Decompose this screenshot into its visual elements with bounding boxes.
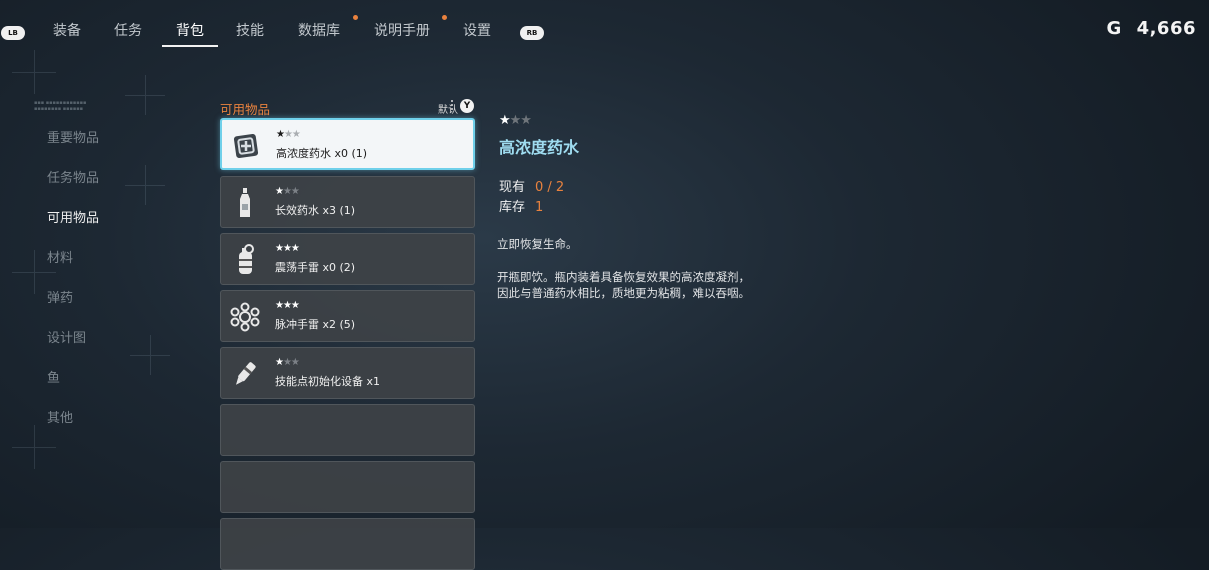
item-slot[interactable]: ★★★ 技能点初始化设备 x1	[220, 347, 475, 399]
currency-icon: G	[1106, 18, 1122, 39]
item-list-header: 可用物品 默认 Y	[220, 98, 476, 117]
background-marker	[12, 425, 56, 469]
item-effect: 立即恢复生命。	[497, 237, 578, 251]
item-rarity-stars: ★★★	[275, 243, 300, 254]
item-rarity-stars: ★★★	[275, 300, 300, 311]
background-marker	[125, 75, 165, 115]
stock-value: 1	[535, 200, 544, 215]
item-slot[interactable]: ★★★ 震荡手雷 x0 (2)	[220, 233, 475, 285]
currency-display: G 4,666	[1107, 18, 1197, 39]
item-name: 脉冲手雷 x2 (5)	[275, 318, 356, 331]
lb-bumper-button[interactable]: LB	[1, 26, 25, 40]
empty-item-slot[interactable]	[220, 461, 475, 513]
tab-database[interactable]: 数据库	[296, 20, 342, 46]
empty-item-slot[interactable]	[220, 518, 475, 570]
tab-equipment[interactable]: 装备	[52, 20, 82, 46]
tab-inventory[interactable]: 背包	[162, 20, 218, 47]
concussion-grenade-icon	[229, 244, 261, 276]
item-list-title: 可用物品	[220, 102, 271, 117]
tab-settings[interactable]: 设置	[462, 20, 492, 46]
high-potion-icon	[230, 130, 262, 162]
empty-item-slot[interactable]	[220, 404, 475, 456]
stock-count: 库存 1	[499, 196, 543, 215]
category-materials[interactable]: 材料	[47, 247, 73, 266]
sort-order-icon	[451, 100, 453, 112]
category-other[interactable]: 其他	[47, 407, 73, 426]
item-description-line-1: 开瓶即饮。瓶内装着具备恢复效果的高浓度凝剂，	[497, 270, 750, 284]
item-rarity-stars: ★★★	[275, 186, 300, 197]
pulse-grenade-icon	[229, 301, 261, 333]
long-potion-icon	[229, 187, 261, 219]
item-name: 震荡手雷 x0 (2)	[275, 261, 356, 274]
item-rarity-stars: ★★★	[276, 129, 301, 140]
category-quest-items[interactable]: 任务物品	[47, 167, 99, 186]
background-marker	[12, 50, 56, 94]
category-blueprints[interactable]: 设计图	[47, 327, 86, 346]
category-usable-items[interactable]: 可用物品	[47, 207, 99, 226]
item-slot[interactable]: ★★★ 脉冲手雷 x2 (5)	[220, 290, 475, 342]
item-name: 技能点初始化设备 x1	[275, 375, 381, 388]
y-button-icon[interactable]: Y	[460, 99, 474, 113]
top-nav: LB 装备 任务 背包 技能 数据库 说明手册 设置 RB G 4,666	[0, 0, 1209, 52]
currency-value: 4,666	[1136, 18, 1196, 39]
database-notification-badge	[353, 15, 358, 20]
category-important-items[interactable]: 重要物品	[47, 127, 99, 146]
category-ammo[interactable]: 弹药	[47, 287, 73, 306]
detail-item-name: 高浓度药水	[499, 138, 580, 157]
background-decoration: ▪▪▪ ▪▪▪▪▪▪▪▪▪▪▪▪ ▪▪▪▪▪▪▪▪ ▪▪▪▪▪▪	[34, 100, 87, 112]
background-marker	[125, 165, 165, 205]
item-name: 长效药水 x3 (1)	[275, 204, 356, 217]
stock-label: 库存	[499, 200, 526, 215]
owned-value: 0 / 2	[535, 180, 565, 195]
rb-bumper-button[interactable]: RB	[520, 26, 544, 40]
item-name: 高浓度药水 x0 (1)	[276, 147, 368, 160]
background-marker	[130, 335, 170, 375]
owned-label: 现有	[499, 180, 526, 195]
category-fish[interactable]: 鱼	[47, 367, 60, 386]
tab-manual[interactable]: 说明手册	[372, 20, 432, 46]
tab-skills[interactable]: 技能	[235, 20, 265, 46]
owned-count: 现有 0 / 2	[499, 176, 564, 195]
item-slot[interactable]: ★★★ 高浓度药水 x0 (1)	[220, 118, 475, 170]
detail-rarity-stars: ★★★	[499, 113, 532, 128]
manual-notification-badge	[442, 15, 447, 20]
item-description-line-2: 因此与普通药水相比，质地更为粘稠，难以吞咽。	[497, 286, 750, 300]
skill-reset-device-icon	[229, 358, 261, 390]
sort-label[interactable]: 默认	[438, 101, 458, 116]
item-rarity-stars: ★★★	[275, 357, 300, 368]
item-slot[interactable]: ★★★ 长效药水 x3 (1)	[220, 176, 475, 228]
tab-quests[interactable]: 任务	[113, 20, 143, 46]
